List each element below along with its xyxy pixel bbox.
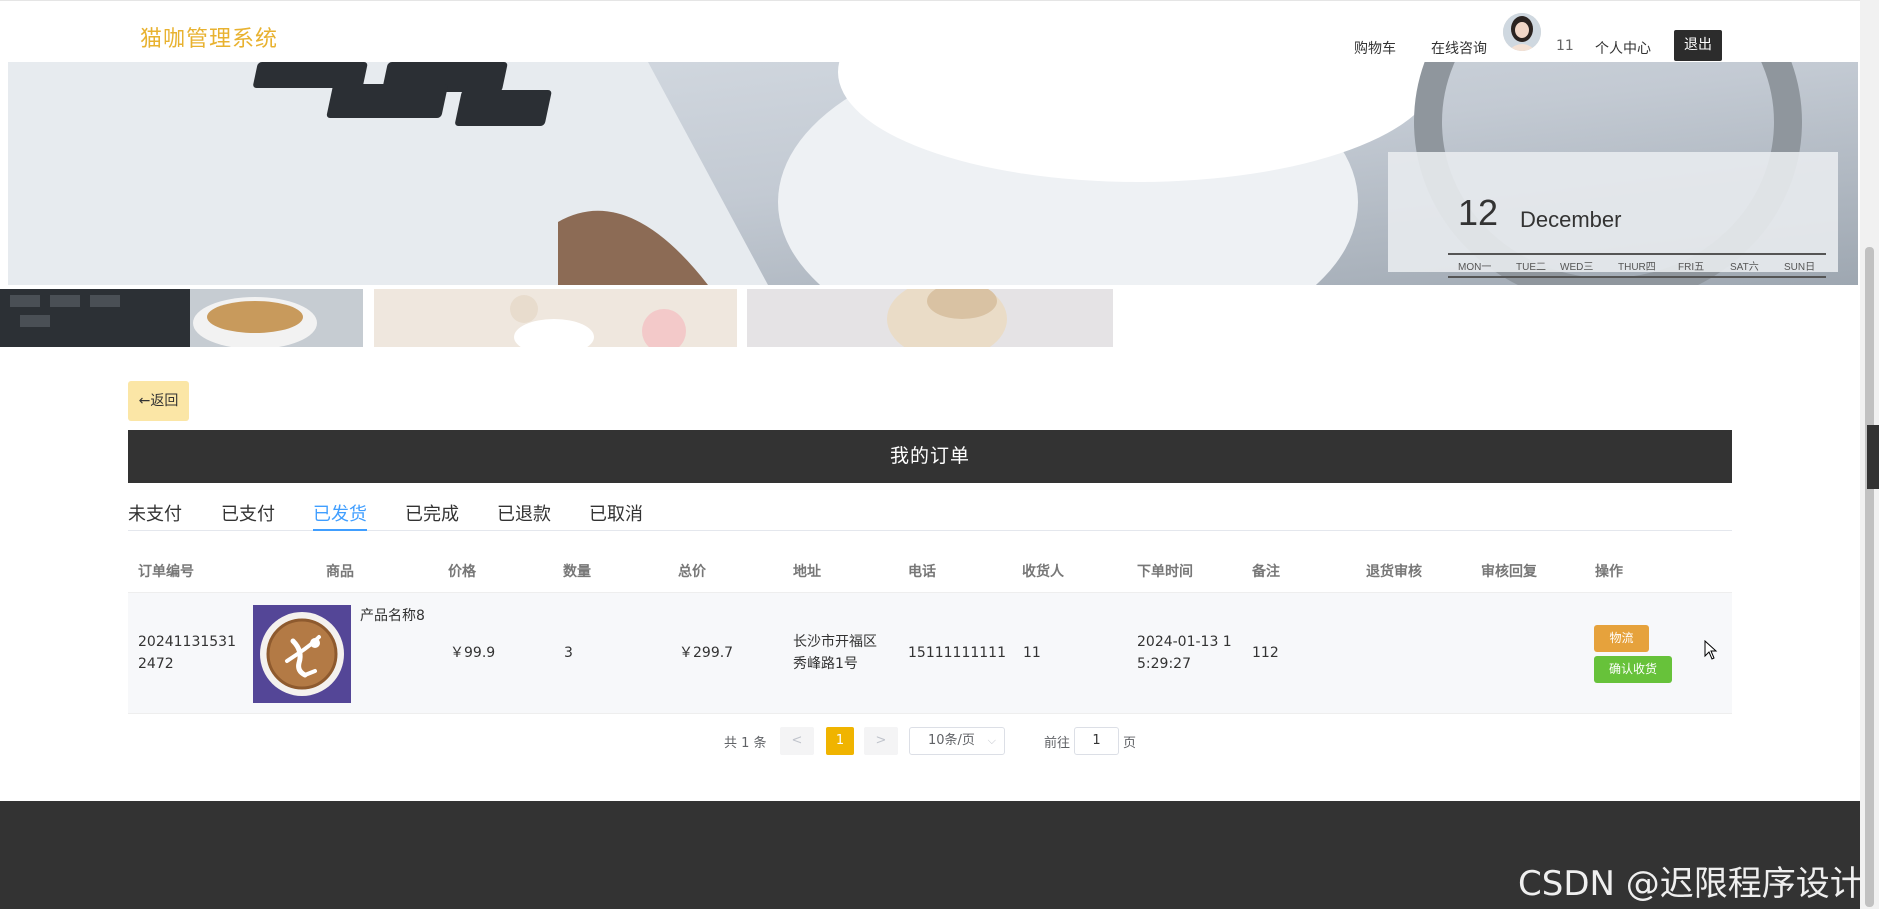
- col-review-reply: 审核回复: [1481, 564, 1537, 580]
- page-number-current[interactable]: 1: [826, 727, 854, 755]
- page-scrollbar[interactable]: [1860, 0, 1879, 909]
- username: 11: [1556, 38, 1574, 54]
- banner-weekday-5: SAT六: [1730, 261, 1759, 273]
- product-price: ￥99.9: [450, 645, 496, 661]
- banner-thumb-2[interactable]: [374, 289, 737, 347]
- col-phone: 电话: [908, 564, 936, 580]
- table-row: 20241131531 2472 产品名称8 ￥99.9 3 ￥299.7 长沙…: [128, 592, 1732, 714]
- table-header: 订单编号 商品 价格 数量 总价 地址 电话 收货人 下单时间 备注 退货审核 …: [128, 547, 1732, 592]
- banner-thumb-1[interactable]: [0, 289, 363, 347]
- site-logo[interactable]: 猫咖管理系统: [140, 21, 278, 53]
- confirm-receipt-button[interactable]: 确认收货: [1594, 656, 1672, 683]
- banner-thumb-3[interactable]: [747, 289, 1113, 347]
- col-order-no: 订单编号: [138, 564, 194, 580]
- order-total: ￥299.7: [679, 645, 734, 661]
- watermark-text: CSDN @迟限程序设计: [1518, 864, 1864, 904]
- nav-cart[interactable]: 购物车: [1354, 38, 1396, 58]
- pagination-total: 共 1 条: [724, 736, 767, 751]
- tab-refunded[interactable]: 已退款: [497, 500, 551, 531]
- banner-carousel[interactable]: 12 December MON一 TUE二 WED三 THUR四 FRI五 SA…: [8, 62, 1858, 285]
- chevron-down-icon: ⌵: [987, 734, 996, 747]
- banner-weekday-4: FRI五: [1678, 262, 1704, 273]
- col-product: 商品: [326, 564, 354, 580]
- col-total: 总价: [678, 564, 706, 580]
- col-price: 价格: [448, 564, 476, 580]
- col-actions: 操作: [1595, 564, 1623, 580]
- page-size-select[interactable]: 10条/页 ⌵: [909, 727, 1005, 755]
- nav-online-consult[interactable]: 在线咨询: [1431, 38, 1487, 58]
- scrollbar-thumb[interactable]: [1865, 247, 1874, 907]
- prev-page-button[interactable]: <: [780, 727, 814, 755]
- tab-shipped[interactable]: 已发货: [313, 500, 367, 531]
- col-order-time: 下单时间: [1137, 564, 1193, 580]
- col-return-review: 退货审核: [1366, 564, 1422, 580]
- phone: 15111111111: [908, 645, 1006, 661]
- page-size-value: 10条/页: [928, 733, 975, 748]
- user-avatar[interactable]: [1503, 13, 1541, 51]
- banner-calendar-day: 12: [1458, 192, 1498, 233]
- banner-calendar-month: December: [1520, 207, 1621, 232]
- product-qty: 3: [564, 645, 573, 661]
- scroll-indicator: [1867, 425, 1879, 489]
- banner-weekday-0: MON一: [1458, 262, 1491, 273]
- banner-weekday-2: WED三: [1560, 262, 1593, 273]
- tab-paid[interactable]: 已支付: [221, 500, 275, 531]
- order-time: 2024-01-13 1 5:29:27: [1137, 634, 1232, 672]
- tab-unpaid[interactable]: 未支付: [128, 500, 182, 531]
- mouse-cursor-icon: [1704, 639, 1718, 664]
- orders-table: 订单编号 商品 价格 数量 总价 地址 电话 收货人 下单时间 备注 退货审核 …: [128, 547, 1732, 714]
- order-note: 112: [1252, 645, 1279, 661]
- product-name: 产品名称8: [360, 608, 425, 624]
- logout-button[interactable]: 退出: [1674, 30, 1722, 61]
- nav-personal-center[interactable]: 个人中心: [1595, 38, 1651, 58]
- pagination: 共 1 条 < 1 > 10条/页 ⌵ 前往 1 页: [0, 727, 1879, 755]
- goto-label: 前往: [1044, 736, 1071, 751]
- banner-image: 12 December MON一 TUE二 WED三 THUR四 FRI五 SA…: [8, 62, 1858, 285]
- top-header: 猫咖管理系统 购物车 在线咨询 11 个人中心 退出: [0, 0, 1860, 62]
- goto-page-input[interactable]: 1: [1074, 727, 1119, 755]
- order-number: 20241131531 2472: [138, 634, 236, 672]
- tab-cancelled[interactable]: 已取消: [589, 500, 643, 531]
- logistics-button[interactable]: 物流: [1594, 625, 1649, 652]
- shipping-address: 长沙市开福区 秀峰路1号: [793, 634, 877, 672]
- order-status-tabs: 未支付 已支付 已发货 已完成 已退款 已取消: [128, 500, 1732, 531]
- banner-weekday-3: THUR四: [1618, 262, 1656, 273]
- next-page-button[interactable]: >: [864, 727, 898, 755]
- receiver: 11: [1023, 645, 1041, 661]
- col-qty: 数量: [563, 564, 591, 580]
- banner-weekday-1: TUE二: [1516, 262, 1546, 273]
- tab-completed[interactable]: 已完成: [405, 500, 459, 531]
- back-button[interactable]: ←返回: [128, 381, 189, 421]
- banner-weekday-6: SUN日: [1784, 262, 1815, 273]
- product-image[interactable]: [253, 605, 351, 703]
- col-address: 地址: [793, 564, 821, 580]
- page-suffix-label: 页: [1123, 736, 1137, 751]
- orders-title: 我的订单: [128, 430, 1732, 483]
- col-receiver: 收货人: [1022, 564, 1064, 580]
- col-note: 备注: [1252, 564, 1280, 580]
